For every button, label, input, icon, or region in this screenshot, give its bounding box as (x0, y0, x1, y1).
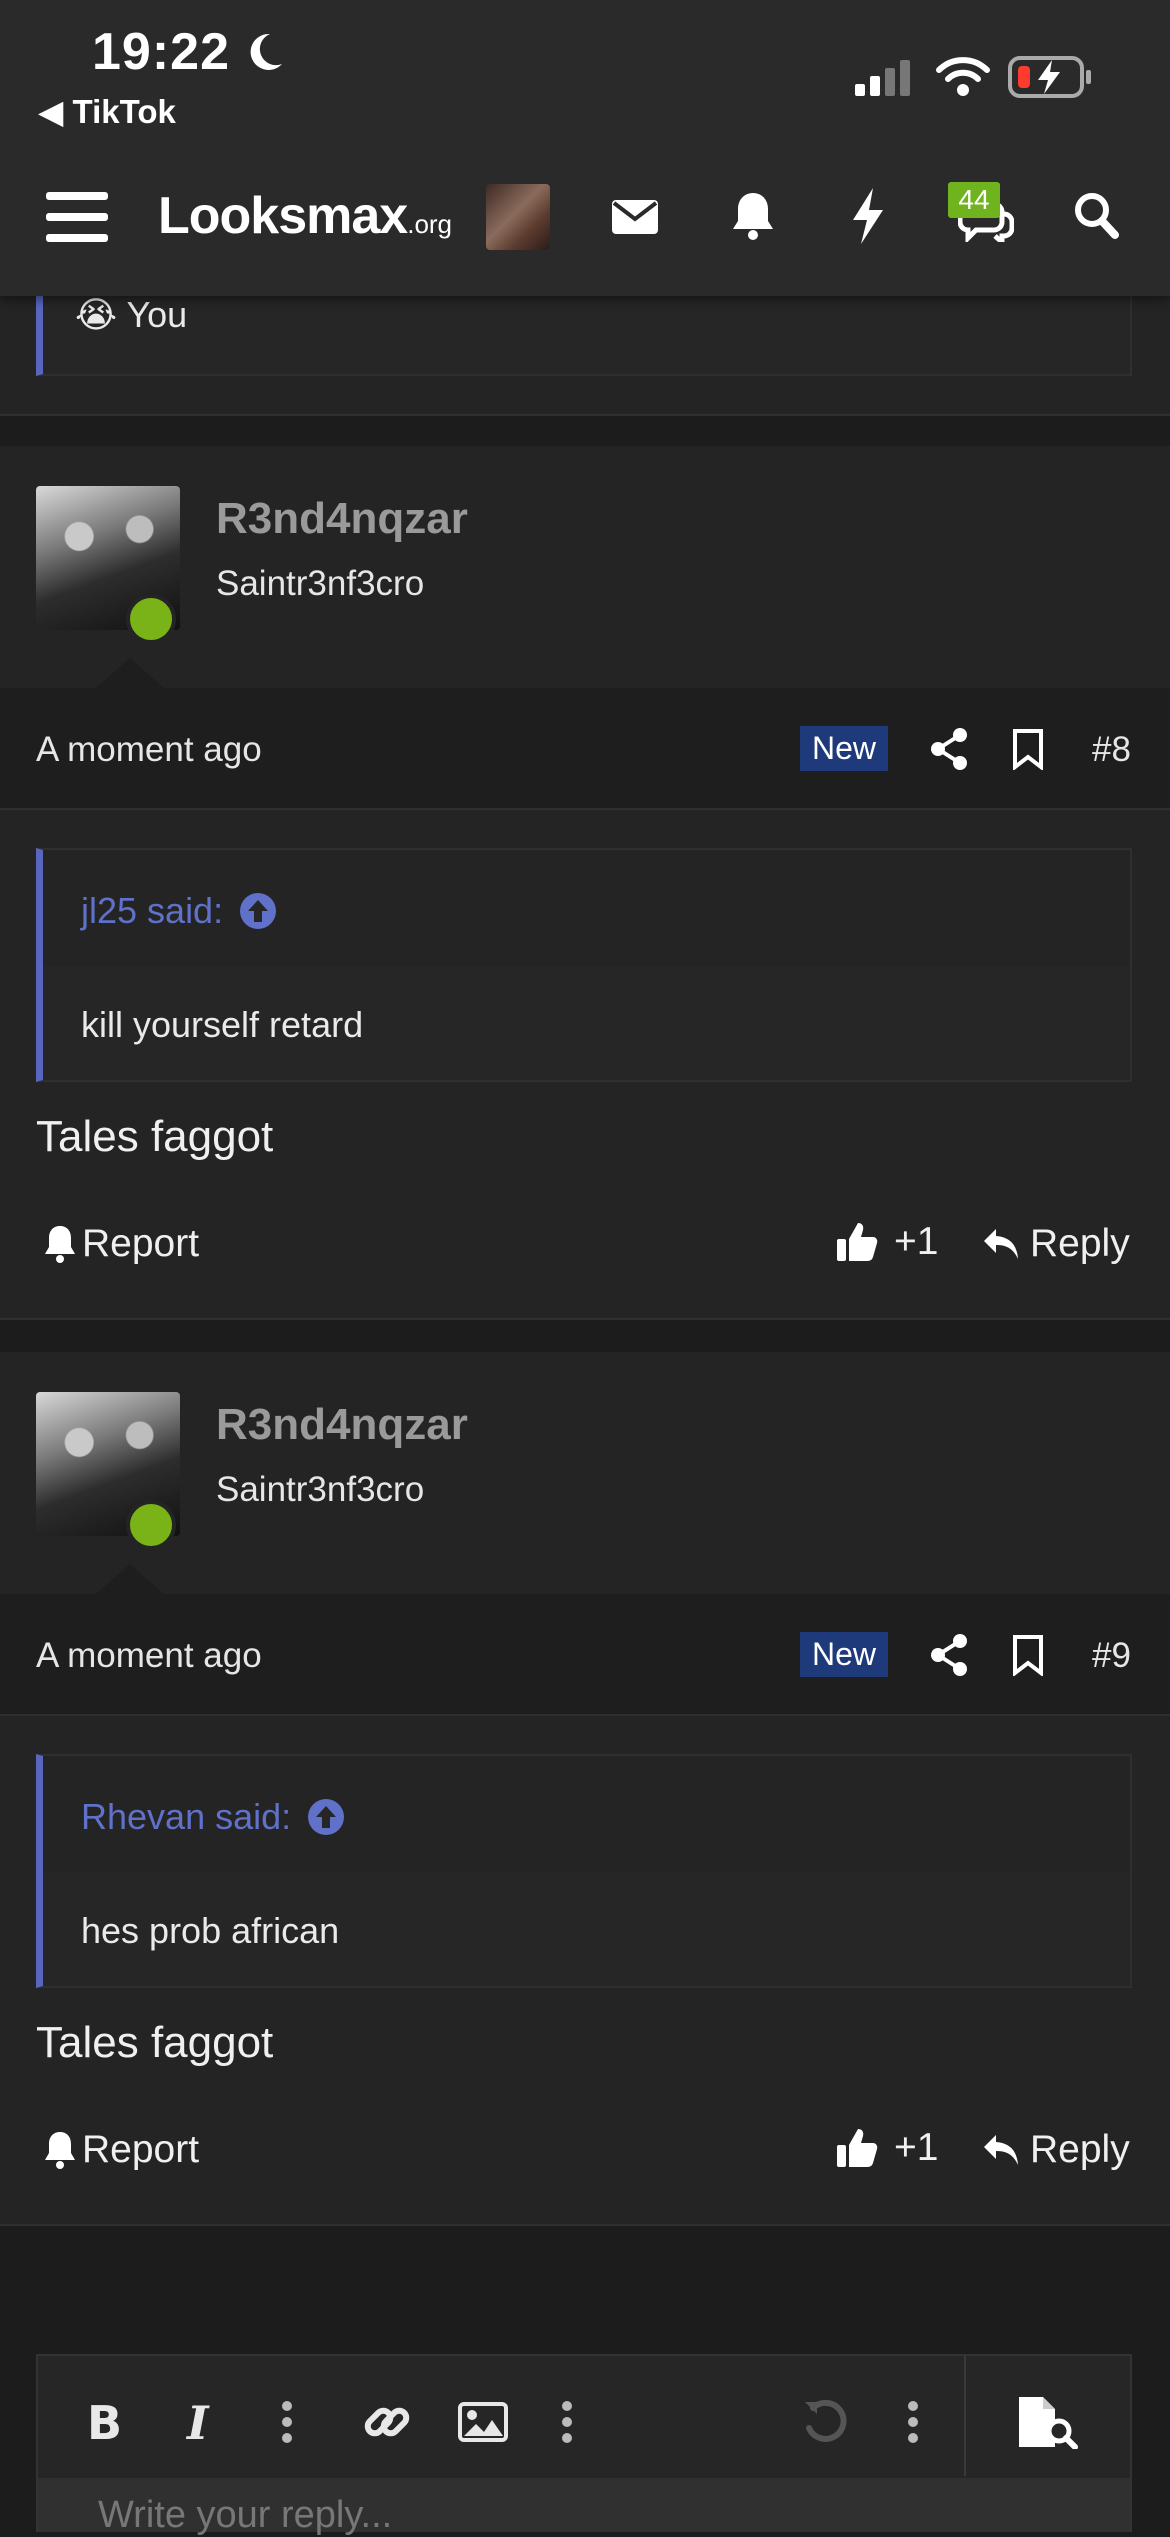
online-status-dot (126, 1500, 176, 1550)
post-user-title: Saintr3nf3cro (216, 1470, 425, 1509)
share-icon[interactable] (930, 728, 968, 770)
reply-arrow-icon (984, 1229, 1018, 1259)
quote-text: hes prob african (81, 1910, 340, 1951)
post-message: Tales faggot (36, 1112, 274, 1161)
report-button[interactable]: Report (44, 1222, 199, 1266)
svg-text:B: B (87, 2399, 122, 2445)
moon-icon (250, 33, 282, 70)
share-icon[interactable] (930, 1634, 968, 1676)
like-count: +1 (894, 2126, 939, 2169)
online-status-dot (126, 594, 176, 644)
hamburger-menu-icon[interactable] (46, 190, 108, 244)
svg-text:I: I (185, 2399, 210, 2445)
whats-new-bolt-icon[interactable] (846, 186, 890, 246)
post-divider (0, 2224, 1170, 2226)
preview-document-search-icon[interactable] (1016, 2392, 1080, 2452)
bookmark-icon[interactable] (1012, 728, 1044, 770)
report-bell-icon (45, 2132, 75, 2169)
post-message: Tales faggot (36, 2018, 274, 2067)
logo-text: Looksmax (158, 187, 408, 245)
crying-laughing-emoji: 😭 (75, 294, 118, 335)
logo-suffix: .org (407, 209, 453, 239)
report-button[interactable]: Report (44, 2128, 199, 2172)
wifi-icon (936, 57, 990, 96)
new-badge: New (800, 1632, 889, 1677)
more-insert-options-icon[interactable] (552, 2392, 582, 2452)
previous-quote-text: You (126, 294, 188, 335)
battery-charging-icon (1008, 56, 1091, 98)
reply-button[interactable]: Reply (982, 2128, 1130, 2172)
link-icon[interactable] (360, 2392, 414, 2452)
back-to-app-link[interactable]: ◀ TikTok (38, 92, 176, 131)
report-bell-icon (45, 1226, 75, 1263)
undo-icon[interactable] (798, 2392, 852, 2452)
bookmark-icon[interactable] (1012, 1634, 1044, 1676)
previous-quote-content: 😭 You (75, 294, 187, 336)
like-button[interactable]: +1 (836, 2126, 938, 2170)
user-arrow (96, 658, 164, 688)
jump-to-quote-arrow-icon (308, 1799, 345, 1835)
more-editor-options-icon[interactable] (898, 2392, 928, 2452)
more-text-options-icon[interactable] (272, 2392, 302, 2452)
user-arrow (96, 1564, 164, 1594)
post-number-link[interactable]: #9 (1092, 1636, 1131, 1676)
jump-to-quote-arrow-icon (240, 893, 277, 929)
reply-placeholder: Write your reply... (98, 2494, 393, 2536)
meta-divider (0, 1714, 1170, 1716)
bold-icon[interactable]: B (80, 2392, 130, 2452)
reply-arrow-icon (984, 2135, 1018, 2165)
quote-text: kill yourself retard (81, 1004, 364, 1045)
toolbar-separator (964, 2356, 966, 2476)
reply-button[interactable]: Reply (982, 1222, 1130, 1266)
post-timestamp[interactable]: A moment ago (36, 730, 262, 770)
thumbs-up-icon (837, 1223, 878, 1261)
post-number-link[interactable]: #8 (1092, 730, 1131, 770)
top-bar: 19:22 ◀ TikTok Looksmax.org 44 (0, 0, 1170, 296)
post-divider (0, 414, 1170, 416)
site-logo[interactable]: Looksmax.org (158, 186, 452, 246)
like-count: +1 (894, 1220, 939, 1263)
image-icon[interactable] (456, 2392, 510, 2452)
new-badge: New (800, 726, 889, 771)
quote-author: Rhevan said: (81, 1796, 292, 1837)
reply-textarea[interactable]: Write your reply... (38, 2478, 1130, 2536)
notifications-bell-icon[interactable] (728, 188, 778, 244)
search-icon[interactable] (1072, 190, 1120, 240)
post-username[interactable]: R3nd4nqzar (216, 494, 468, 544)
quote-author-link[interactable]: Rhevan said: (81, 1796, 345, 1838)
cellular-signal-icon (855, 60, 910, 96)
report-label: Report (82, 2128, 200, 2171)
quote-block: Rhevan said: hes prob african (36, 1754, 1132, 1988)
quote-author-link[interactable]: jl25 said: (81, 890, 277, 932)
thumbs-up-icon (837, 2129, 878, 2167)
post-divider (0, 1318, 1170, 1320)
like-button[interactable]: +1 (836, 1220, 938, 1264)
post-username[interactable]: R3nd4nqzar (216, 1400, 468, 1450)
quote-author: jl25 said: (81, 890, 224, 931)
status-time: 19:22 (92, 23, 230, 81)
italic-icon[interactable]: I (176, 2392, 226, 2452)
report-label: Report (82, 1222, 200, 1265)
reply-label: Reply (1030, 2128, 1130, 2171)
post-user-title: Saintr3nf3cro (216, 564, 425, 603)
inbox-envelope-icon[interactable] (610, 192, 660, 242)
quote-block: jl25 said: kill yourself retard (36, 848, 1132, 1082)
post-timestamp[interactable]: A moment ago (36, 1636, 262, 1676)
reply-label: Reply (1030, 1222, 1130, 1265)
account-avatar[interactable] (486, 184, 550, 250)
chat-count-badge: 44 (948, 182, 1000, 218)
meta-divider (0, 808, 1170, 810)
